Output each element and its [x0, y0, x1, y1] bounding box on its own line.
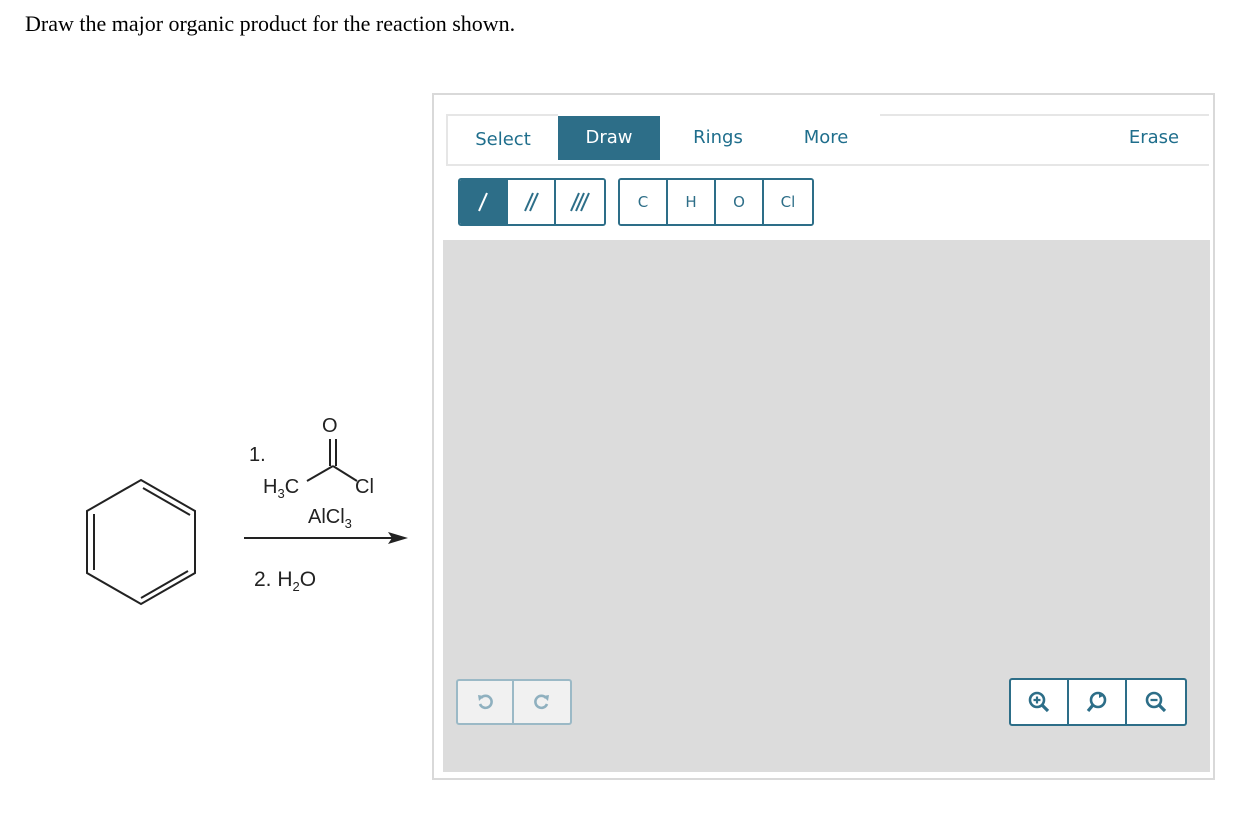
atom-cl-button[interactable]: Cl — [764, 180, 812, 224]
double-bond-button[interactable] — [508, 180, 556, 224]
zoom-out-icon — [1145, 691, 1167, 713]
reaction-arrow — [244, 532, 408, 544]
zoom-controls — [1009, 678, 1187, 726]
single-bond-button[interactable] — [460, 180, 508, 224]
step2-label: 2. H2O — [254, 568, 317, 594]
benzene-ring — [86, 478, 196, 606]
zoom-out-button[interactable] — [1127, 680, 1185, 724]
atom-c-button[interactable]: C — [620, 180, 668, 224]
undo-icon — [478, 694, 493, 710]
zoom-reset-icon — [1086, 691, 1107, 713]
redo-button[interactable] — [514, 681, 570, 723]
zoom-in-button[interactable] — [1011, 680, 1069, 724]
history-controls — [456, 679, 572, 725]
triple-bond-icon — [570, 192, 590, 212]
zoom-reset-button[interactable] — [1069, 680, 1127, 724]
chlorine-label: Cl — [355, 476, 374, 498]
reaction-scheme: O 1. H3C Cl AlCl3 2. H2O — [0, 0, 432, 816]
step1-label: 1. — [249, 444, 266, 466]
draw-toolbar: C H O Cl — [446, 166, 1209, 240]
atom-tool-group: C H O Cl — [618, 178, 814, 226]
tab-draw[interactable]: Draw — [558, 116, 660, 160]
redo-icon — [534, 694, 549, 710]
double-bond-icon — [524, 192, 539, 212]
bond-tool-group — [458, 178, 606, 226]
tab-rings[interactable]: Rings — [666, 114, 770, 162]
atom-h-button[interactable]: H — [668, 180, 716, 224]
triple-bond-button[interactable] — [556, 180, 604, 224]
tab-select[interactable]: Select — [446, 114, 558, 164]
catalyst-label: AlCl3 — [308, 506, 352, 531]
single-bond-icon — [478, 192, 488, 212]
editor-tab-bar: Select Draw Rings More Erase — [446, 114, 1209, 166]
tab-more[interactable]: More — [774, 114, 878, 162]
acetyl-chloride-skeleton — [306, 439, 358, 482]
undo-button[interactable] — [458, 681, 514, 723]
reaction-drawing — [86, 439, 408, 606]
zoom-in-icon — [1028, 691, 1050, 713]
tab-erase[interactable]: Erase — [1099, 114, 1209, 162]
oxygen-label: O — [322, 415, 338, 437]
methyl-label: H3C — [263, 476, 300, 501]
atom-o-button[interactable]: O — [716, 180, 764, 224]
